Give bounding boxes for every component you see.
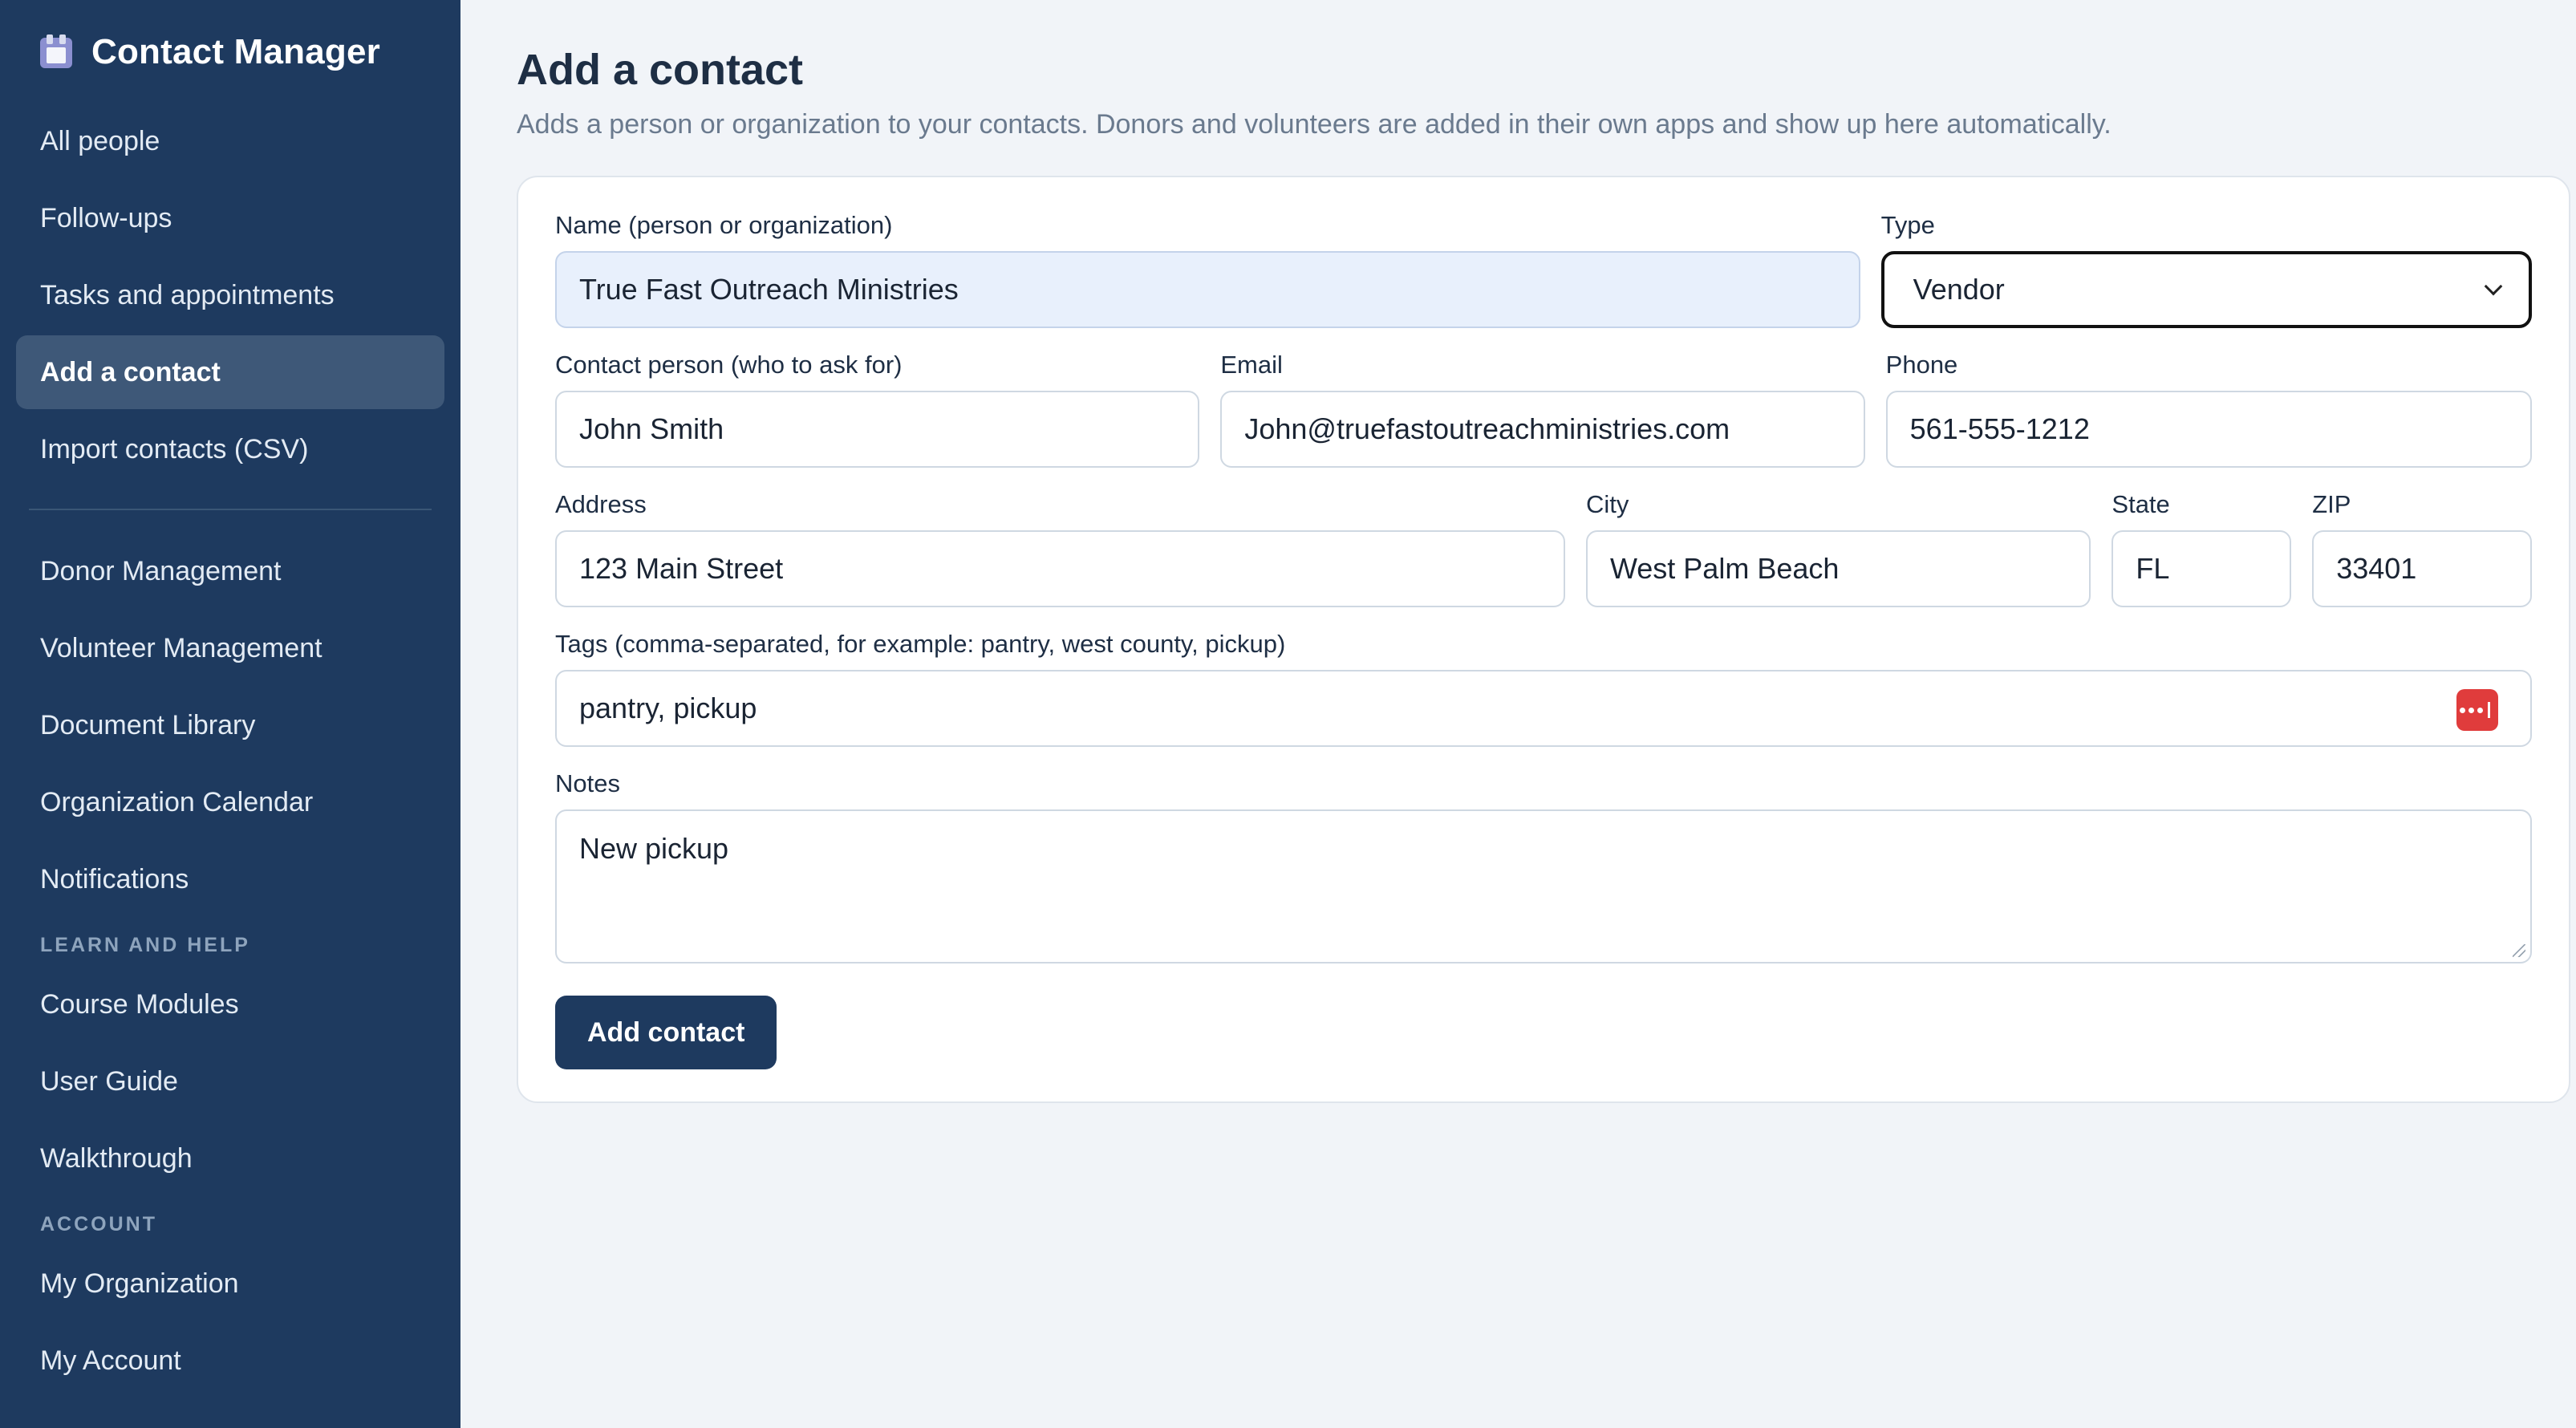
sidebar-item-import-contacts[interactable]: Import contacts (CSV): [16, 412, 444, 486]
email-label: Email: [1220, 351, 1283, 379]
page-subtitle: Adds a person or organization to your co…: [517, 109, 2112, 140]
notes-textarea[interactable]: New pickup: [555, 809, 2532, 963]
sidebar-item-label: Organization Calendar: [40, 786, 314, 817]
city-input[interactable]: West Palm Beach: [1585, 530, 2091, 607]
name-field-group: Name (person or organization) True Fast …: [555, 211, 1860, 328]
sidebar-item-label: Course Modules: [40, 988, 239, 1020]
email-field-group: Email John@truefastoutreachministries.co…: [1220, 351, 1865, 468]
phone-field-group: Phone 561-555-1212: [1885, 351, 2532, 468]
more-dots-icon[interactable]: [2456, 689, 2498, 731]
contact-book-icon: [40, 34, 72, 70]
zip-field-group: ZIP 33401: [2312, 490, 2532, 607]
address-label: Address: [555, 490, 647, 518]
sidebar: Contact Manager All people Follow-ups Ta…: [0, 0, 460, 1428]
sidebar-item-label: Import contacts (CSV): [40, 433, 309, 465]
state-label: State: [2112, 490, 2170, 518]
sidebar-item-walkthrough[interactable]: Walkthrough: [16, 1122, 444, 1195]
notes-textarea-value: New pickup: [579, 832, 729, 865]
sidebar-section-account: ACCOUNT: [40, 1212, 157, 1235]
sidebar-item-my-account[interactable]: My Account: [16, 1324, 444, 1398]
tags-input-value: pantry, pickup: [579, 692, 757, 724]
tags-label: Tags (comma-separated, for example: pant…: [555, 630, 1286, 658]
sidebar-item-user-guide[interactable]: User Guide: [16, 1045, 444, 1118]
sidebar-item-label: Notifications: [40, 863, 189, 895]
email-input[interactable]: John@truefastoutreachministries.com: [1220, 391, 1865, 468]
zip-label: ZIP: [2312, 490, 2351, 518]
sidebar-item-add-contact[interactable]: Add a contact: [16, 335, 444, 409]
sidebar-item-label: Follow-ups: [40, 202, 172, 233]
sidebar-divider: [29, 509, 432, 510]
sidebar-item-tasks[interactable]: Tasks and appointments: [16, 258, 444, 332]
sidebar-item-all-people[interactable]: All people: [16, 104, 444, 178]
city-field-group: City West Palm Beach: [1585, 490, 2091, 607]
type-field-group: Type Vendor: [1880, 211, 2532, 328]
sidebar-item-course-modules[interactable]: Course Modules: [16, 968, 444, 1041]
type-label: Type: [1880, 211, 1935, 239]
notes-field-group: Notes New pickup: [555, 769, 2532, 963]
sidebar-item-document-library[interactable]: Document Library: [16, 688, 444, 762]
sidebar-item-my-organization[interactable]: My Organization: [16, 1247, 444, 1320]
tags-field-group: Tags (comma-separated, for example: pant…: [555, 630, 2532, 747]
sidebar-section-learn: LEARN AND HELP: [40, 933, 250, 956]
zip-input[interactable]: 33401: [2312, 530, 2532, 607]
contact-person-input[interactable]: John Smith: [555, 391, 1200, 468]
sidebar-item-donor-management[interactable]: Donor Management: [16, 534, 444, 608]
phone-label: Phone: [1885, 351, 1958, 379]
notes-label: Notes: [555, 769, 620, 797]
name-label: Name (person or organization): [555, 211, 893, 239]
type-select-value: Vendor: [1913, 273, 2005, 306]
city-label: City: [1585, 490, 1629, 518]
state-field-group: State FL: [2112, 490, 2292, 607]
sidebar-item-label: My Organization: [40, 1268, 239, 1299]
sidebar-item-follow-ups[interactable]: Follow-ups: [16, 181, 444, 255]
sidebar-item-label: All people: [40, 125, 160, 156]
app-root: Contact Manager All people Follow-ups Ta…: [0, 0, 2576, 1428]
name-input[interactable]: True Fast Outreach Ministries: [555, 251, 1860, 328]
state-input[interactable]: FL: [2112, 530, 2292, 607]
add-contact-button[interactable]: Add contact: [555, 996, 777, 1069]
resize-grip-icon[interactable]: [2513, 944, 2525, 957]
type-select[interactable]: Vendor: [1880, 251, 2532, 328]
brand[interactable]: Contact Manager: [16, 0, 444, 104]
contact-person-label: Contact person (who to ask for): [555, 351, 903, 379]
address-field-group: Address 123 Main Street: [555, 490, 1565, 607]
sidebar-item-label: Donor Management: [40, 555, 282, 586]
tags-input[interactable]: pantry, pickup: [555, 670, 2532, 747]
sidebar-item-label: Volunteer Management: [40, 632, 323, 663]
sidebar-item-label: Document Library: [40, 709, 256, 740]
chevron-down-icon: [2484, 277, 2503, 296]
sidebar-item-label: User Guide: [40, 1065, 178, 1097]
main-content: Add a contact Adds a person or organizat…: [460, 0, 2576, 1428]
phone-input[interactable]: 561-555-1212: [1885, 391, 2532, 468]
sidebar-item-label: Add a contact: [40, 356, 221, 387]
sidebar-item-label: My Account: [40, 1345, 181, 1376]
page-title: Add a contact: [517, 46, 804, 94]
app-title: Contact Manager: [91, 32, 380, 71]
address-input[interactable]: 123 Main Street: [555, 530, 1565, 607]
sidebar-item-volunteer-management[interactable]: Volunteer Management: [16, 611, 444, 685]
contact-person-field-group: Contact person (who to ask for) John Smi…: [555, 351, 1200, 468]
sidebar-item-label: Walkthrough: [40, 1142, 193, 1174]
sidebar-item-organization-calendar[interactable]: Organization Calendar: [16, 765, 444, 839]
sidebar-item-label: Tasks and appointments: [40, 279, 335, 310]
sidebar-item-notifications[interactable]: Notifications: [16, 842, 444, 916]
add-contact-form: Name (person or organization) True Fast …: [517, 176, 2570, 1103]
